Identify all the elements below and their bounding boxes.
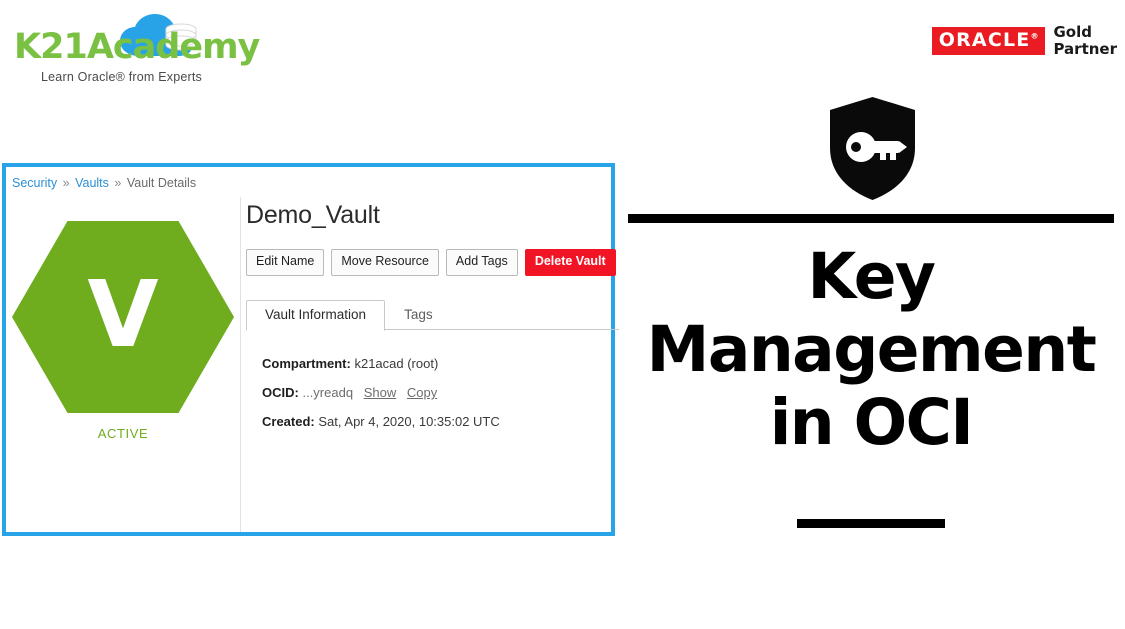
oracle-wordmark: ORACLE® — [938, 28, 1039, 51]
breadcrumb-item-vaults[interactable]: Vaults — [75, 176, 109, 190]
created-label: Created: — [262, 414, 315, 430]
hero-title-line2: Management — [646, 313, 1097, 387]
hero-rule-bottom — [797, 519, 945, 528]
breadcrumb-item-security[interactable]: Security — [12, 176, 57, 190]
tab-list: Vault Information Tags — [246, 298, 611, 331]
ocid-label: OCID: — [262, 385, 299, 400]
hero-title-line3: in OCI — [769, 386, 974, 460]
hero-title-line1: Key — [807, 240, 936, 313]
compartment-value: k21acad (root) — [354, 355, 439, 371]
breadcrumb-item-vault-details: Vault Details — [126, 176, 197, 190]
hero-title: Key Management in OCI — [628, 240, 1114, 459]
shield-key-icon — [830, 97, 915, 200]
tab-tags[interactable]: Tags — [385, 300, 452, 330]
brand-tagline: Learn Oracle® from Experts — [41, 70, 202, 84]
partner-tier-text: Gold Partner — [1053, 24, 1117, 58]
panel-divider — [240, 197, 241, 532]
brand-wordmark: K21Academy — [14, 27, 260, 67]
oracle-gold-partner-badge: ORACLE® Gold Partner — [931, 24, 1117, 58]
detail-row: OCID: ...yreadq Show Copy — [262, 385, 611, 401]
compartment-label: Compartment: — [262, 355, 351, 371]
edit-name-button[interactable]: Edit Name — [246, 249, 325, 276]
breadcrumb-separator: » — [114, 176, 122, 190]
move-resource-button[interactable]: Move Resource — [331, 249, 439, 276]
tab-vault-information[interactable]: Vault Information — [246, 299, 386, 331]
hero-rule-top — [628, 214, 1114, 223]
oci-console-panel: Security » Vaults » Vault Details V ACTI… — [2, 163, 619, 536]
status-badge: ACTIVE — [97, 426, 149, 441]
slide-canvas: K21Academy Learn Oracle® from Experts OR… — [0, 0, 1125, 629]
registered-trademark-icon: ® — [1030, 31, 1039, 41]
add-tags-button[interactable]: Add Tags — [445, 249, 518, 276]
vault-hexagon-badge: V — [12, 221, 234, 413]
page-title: Demo_Vault — [246, 201, 380, 229]
detail-row: Compartment: k21acad (root) — [262, 356, 611, 372]
ocid-value: ...yreadq — [302, 385, 354, 400]
vault-detail-column: Demo_Vault Edit Name Move Resource Add T… — [246, 201, 619, 444]
partner-tier-line1: Gold — [1053, 23, 1092, 41]
action-toolbar: Edit Name Move Resource Add Tags Delete … — [246, 249, 616, 276]
ocid-show-link[interactable]: Show — [364, 385, 397, 400]
k21academy-logo: K21Academy Learn Oracle® from Experts — [14, 8, 260, 88]
oracle-logo: ORACLE® — [931, 26, 1046, 55]
vault-initial-letter: V — [87, 261, 159, 368]
breadcrumb: Security » Vaults » Vault Details — [12, 176, 196, 190]
partner-tier-line2: Partner — [1053, 39, 1117, 58]
vault-status-block: V ACTIVE — [6, 197, 240, 532]
detail-row: Created: Sat, Apr 4, 2020, 10:35:02 UTC — [262, 414, 611, 430]
breadcrumb-separator: » — [62, 176, 70, 190]
tab-bar: Vault Information Tags — [246, 298, 619, 331]
vault-information-panel: Compartment: k21acad (root) OCID: ...yre… — [246, 330, 611, 431]
delete-vault-button[interactable]: Delete Vault — [524, 249, 616, 276]
created-value: Sat, Apr 4, 2020, 10:35:02 UTC — [318, 414, 500, 430]
ocid-copy-link[interactable]: Copy — [407, 385, 437, 400]
